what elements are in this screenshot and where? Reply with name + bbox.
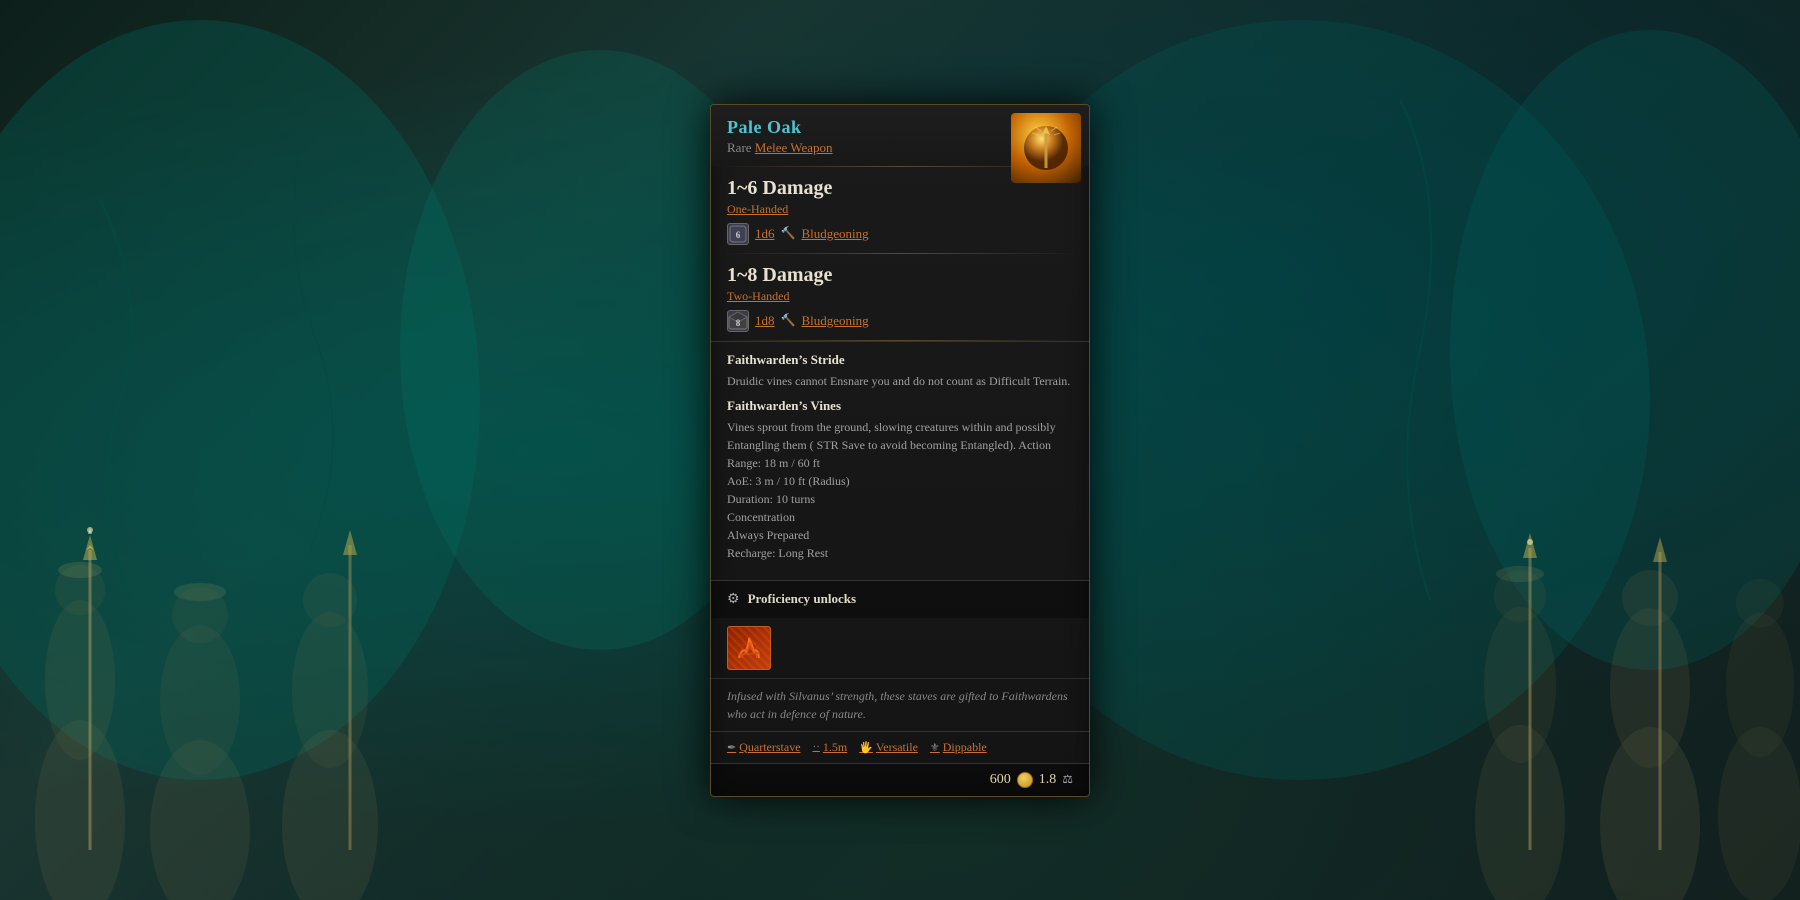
item-type-link[interactable]: Melee Weapon: [755, 140, 833, 155]
dice-one-label: 1d6: [755, 226, 775, 242]
property-1-title: Faithwarden’s Stride: [727, 352, 1073, 368]
property-2-title: Faithwarden’s Vines: [727, 398, 1073, 414]
versatile-icon: 🖐: [859, 741, 873, 754]
price-value: 600: [990, 772, 1011, 788]
price-section: 600 1.8 ⚖: [711, 763, 1089, 796]
weight-value: 1.8: [1039, 772, 1057, 788]
bludgeon-label-2: Bludgeoning: [801, 313, 868, 329]
property-2-desc: Vines sprout from the ground, slowing cr…: [727, 418, 1073, 562]
item-rarity: Rare: [727, 140, 752, 155]
hand-two-label: Two-Handed: [727, 289, 1073, 304]
dippable-icon: ⚜: [930, 741, 940, 754]
damage-two-handed: 1~8 Damage: [727, 264, 1073, 287]
tooltip-header: Pale Oak Rare Melee Weapon: [711, 105, 1089, 166]
bludgeon-icon-1: 🔨: [781, 226, 796, 241]
item-icon: [1011, 113, 1081, 183]
bludgeon-icon-2: 🔨: [781, 313, 796, 328]
flavor-text: Infused with Silvanus’ strength, these s…: [711, 678, 1089, 731]
item-tooltip: Pale Oak Rare Melee Weapon: [710, 104, 1090, 797]
properties-section: Faithwarden’s Stride Druidic vines canno…: [711, 341, 1089, 580]
two-handed-section: 1~8 Damage Two-Handed 8 1d8 🔨 Bludgeonin…: [711, 254, 1089, 340]
hand-one-label: One-Handed: [727, 202, 1073, 217]
tags-section: ✒ Quarterstave ·· 1.5m 🖐 Versatile ⚜ Dip…: [711, 731, 1089, 763]
property-1-desc: Druidic vines cannot Ensnare you and do …: [727, 372, 1073, 390]
tag-versatile[interactable]: 🖐 Versatile: [859, 740, 918, 755]
weight-icon: ⚖: [1062, 772, 1073, 787]
tag-range[interactable]: ·· 1.5m: [813, 740, 848, 755]
tag-quarterstave[interactable]: ✒ Quarterstave: [727, 740, 801, 755]
tag-dippable[interactable]: ⚜ Dippable: [930, 740, 987, 755]
bludgeon-label-1: Bludgeoning: [801, 226, 868, 242]
dice-row-one: 6 1d6 🔨 Bludgeoning: [727, 223, 1073, 245]
dice-row-two: 8 1d8 🔨 Bludgeoning: [727, 310, 1073, 332]
dice-two-label: 1d8: [755, 313, 775, 329]
svg-text:6: 6: [736, 230, 741, 240]
proficiency-section: ⚙ Proficiency unlocks: [711, 580, 1089, 618]
quarterstave-icon: ✒: [727, 741, 736, 754]
svg-text:8: 8: [736, 318, 741, 328]
skill-icon: [727, 626, 771, 670]
tooltip-overlay: Pale Oak Rare Melee Weapon: [0, 0, 1800, 900]
price-coin-icon: [1017, 772, 1033, 788]
dice-d8-icon: 8: [727, 310, 749, 332]
proficiency-label: Proficiency unlocks: [748, 591, 856, 607]
proficiency-icon: ⚙: [727, 591, 740, 608]
range-icon: ··: [813, 741, 820, 753]
dice-d6-icon: 6: [727, 223, 749, 245]
